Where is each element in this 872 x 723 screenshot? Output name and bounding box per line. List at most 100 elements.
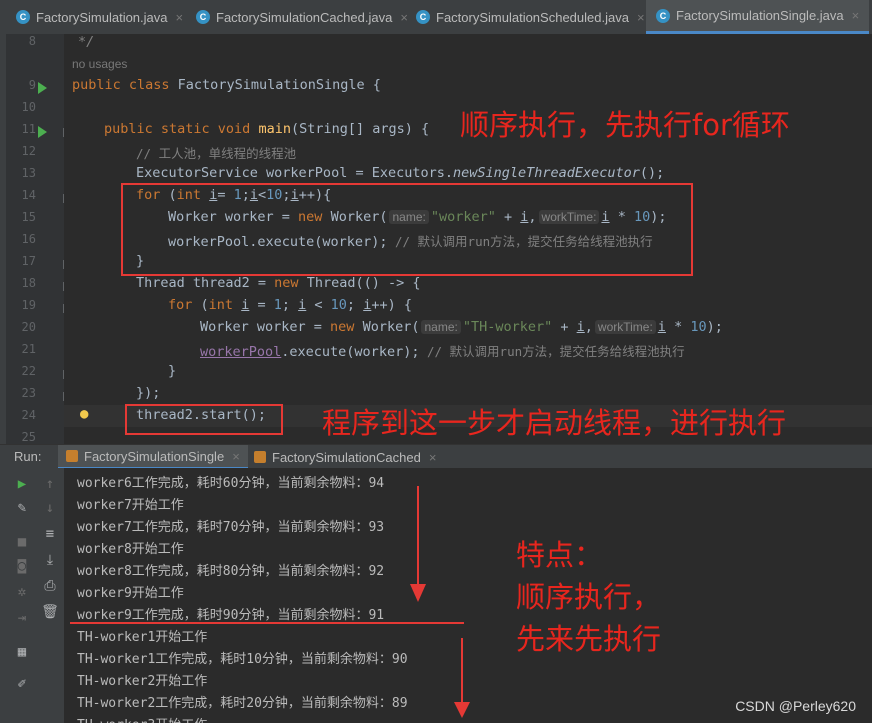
line-number: 12 [21,144,36,158]
highlight-box-thread-start [125,404,283,435]
line-number: 21 [21,342,36,356]
arrow-down-icon [454,702,470,718]
print-icon[interactable]: ⎙ [42,578,58,594]
lightbulb-icon[interactable]: ● [80,406,88,422]
pin-icon[interactable]: ✐ [14,676,30,692]
close-icon[interactable]: × [429,450,437,465]
console-line: worker7工作完成，耗时70分钟，当前剩余物料：93 [77,520,385,535]
scroll-to-end-icon[interactable]: ⤓ [42,552,58,568]
editor-gutter: 8 9 10 11 12 13 14 15 16 17 18 19 20 21 … [6,34,72,444]
run-tab-cached[interactable]: FactorySimulationCached × [254,445,436,469]
code-line-13: ExecutorService workerPool = Executors.n… [136,165,665,181]
tab-label: FactorySimulationCached.java [216,9,393,25]
code-line-22: } [168,363,177,379]
line-number: 11 [21,122,36,136]
separator-line [70,622,464,624]
line-number: 18 [21,276,36,290]
line-number: 22 [21,364,36,378]
code-editor[interactable]: */ no usages public class FactorySimulat… [64,34,872,444]
arrow-down-icon [410,584,426,602]
run-main-icon[interactable] [38,126,47,138]
console-line: TH-worker3开始工作 [77,714,207,723]
code-line-19: for (int i = 1; i < 10; i++) { [168,297,412,313]
line-number: 9 [28,78,36,92]
console-line: worker8工作完成，耗时80分钟，当前剩余物料：92 [77,564,385,579]
java-class-icon: C [656,8,670,23]
tab-factory-simulation[interactable]: C FactorySimulation.java × [16,0,183,34]
tab-factory-simulation-cached[interactable]: C FactorySimulationCached.java × [196,0,408,34]
console-line: TH-worker2工作完成，耗时20分钟，当前剩余物料：89 [77,696,408,711]
annotation-sequential: 顺序执行， [516,580,662,614]
param-hint: name: [421,320,461,334]
run-class-icon[interactable] [38,82,47,94]
console-line: worker9开始工作 [77,586,184,601]
soft-wrap-icon[interactable]: ≡ [42,526,58,542]
watermark: CSDN @Perley620 [735,698,856,714]
arrow-shaft [417,486,419,586]
run-tool-window-header: Run: FactorySimulationSingle × FactorySi… [0,444,872,469]
close-icon[interactable]: × [637,10,645,25]
java-class-icon: C [196,10,210,24]
code-line-11: public static void main(String[] args) { [104,121,430,137]
java-class-icon: C [16,10,30,24]
console-line: worker7开始工作 [77,498,184,513]
tab-factory-simulation-scheduled[interactable]: C FactorySimulationScheduled.java × [416,0,645,34]
tab-label: FactorySimulationSingle.java [676,8,844,23]
down-arrow-icon[interactable]: ↓ [42,500,58,516]
param-hint: workTime: [594,320,656,334]
code-line-20: Worker worker = new Worker(name: "TH-work… [200,319,723,335]
line-number: 19 [21,298,36,312]
run-tab-label: FactorySimulationSingle [84,448,225,464]
line-number: 24 [21,408,36,422]
code-line-12: // 工人池，单线程的线程池 [136,146,297,161]
up-arrow-icon[interactable]: ↑ [42,476,58,492]
line-number: 17 [21,254,36,268]
tab-factory-simulation-single[interactable]: C FactorySimulationSingle.java × [646,0,870,34]
tab-label: FactorySimulationScheduled.java [436,9,629,25]
wrench-icon[interactable]: ✎ [14,500,30,516]
code-line-9: public class FactorySimulationSingle { [72,77,381,93]
line-number: 25 [21,430,36,444]
run-config-icon [254,451,266,463]
line-number: 8 [28,34,36,48]
close-icon[interactable]: × [400,10,408,25]
annotation-fifo: 先来先执行 [516,622,662,656]
run-label: Run: [14,449,42,464]
tab-label: FactorySimulation.java [36,9,168,25]
annotation-thread-start: 程序到这一步才启动线程，进行执行 [322,406,787,440]
console-line: worker6工作完成，耗时60分钟，当前剩余物料：94 [77,476,385,491]
java-class-icon: C [416,10,430,24]
usages-hint: no usages [72,57,128,71]
console-line: TH-worker1开始工作 [77,630,208,645]
run-tab-label: FactorySimulationCached [272,449,421,465]
console-output[interactable]: worker6工作完成，耗时60分钟，当前剩余物料：94 worker7开始工作… [64,468,872,723]
line-number: 20 [21,320,36,334]
console-line: TH-worker2开始工作 [77,674,208,689]
arrow-shaft [461,638,463,704]
editor-tab-bar: C FactorySimulation.java × C FactorySimu… [0,0,872,35]
line-number: 13 [21,166,36,180]
close-icon[interactable]: × [852,8,860,23]
highlight-box-for-loop [121,183,693,276]
annotation-sequential-for: 顺序执行，先执行for循环 [460,108,790,142]
close-icon[interactable]: × [232,449,240,464]
line-number: 23 [21,386,36,400]
console-line: worker8开始工作 [77,542,184,557]
run-toolbar: ▶ ✎ ■ ◙ ✲ ⇥ ▦ ✐ ↑ ↓ ≡ ⤓ ⎙ 🗑 [0,468,64,723]
close-icon[interactable]: × [176,10,184,25]
exit-icon[interactable]: ⇥ [14,610,30,626]
annotation-features: 特点： [516,538,604,572]
trash-icon[interactable]: 🗑 [41,604,59,620]
rerun-icon[interactable]: ▶ [14,476,30,492]
line-number: 10 [21,100,36,114]
code-line-23: }); [136,385,161,401]
settings-icon[interactable]: ✲ [14,584,30,600]
line-number: 16 [21,232,36,246]
run-tab-single[interactable]: FactorySimulationSingle × [58,445,248,469]
stop-icon[interactable]: ■ [14,534,30,550]
line-number: 14 [21,188,36,202]
camera-icon[interactable]: ◙ [14,558,30,574]
layout-icon[interactable]: ▦ [14,644,30,660]
run-config-icon [66,450,78,462]
console-line: TH-worker1工作完成，耗时10分钟，当前剩余物料：90 [77,652,408,667]
